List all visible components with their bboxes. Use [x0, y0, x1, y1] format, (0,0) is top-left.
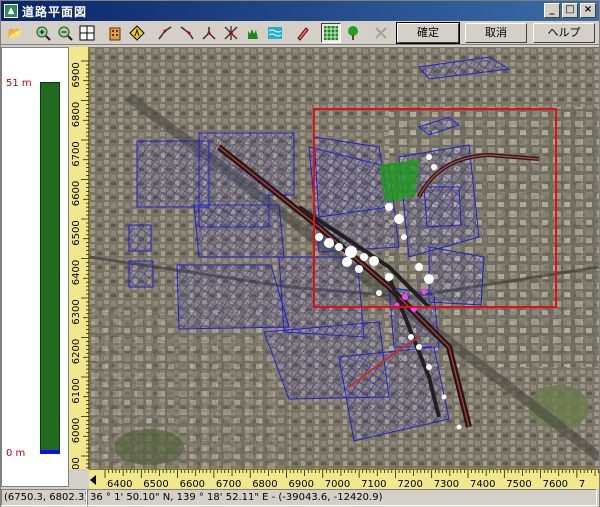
y-ruler-label: 6700	[71, 141, 82, 166]
status-latlon: 36 ° 1' 50.10" N, 139 ° 18' 52.11" E - (…	[87, 489, 597, 506]
zoom-out-icon[interactable]	[55, 23, 75, 43]
green-area-icon[interactable]	[243, 23, 263, 43]
road-sign-icon[interactable]	[127, 23, 147, 43]
edit-icon[interactable]	[293, 23, 313, 43]
zoom-in-icon[interactable]	[33, 23, 53, 43]
horizontal-ruler[interactable]: 6400 6500 6600 6700 6800 6900 7000 7100 7200 7300…	[89, 469, 600, 490]
open-folder-icon[interactable]: 📂	[5, 23, 25, 43]
app-map-icon: ▲	[4, 4, 18, 18]
y-ruler-label: 6000	[71, 418, 82, 443]
minimize-button[interactable]: _	[544, 3, 560, 18]
status-grid-coords: (6750.3, 6802.3)	[1, 489, 87, 506]
branch-icon[interactable]	[199, 23, 219, 43]
vertical-ruler[interactable]: 6900 6800 6700 6600 6500 6400 6300 6200 6100 6000…	[69, 47, 89, 492]
y-ruler-label: 6800	[71, 102, 82, 127]
height-scale-bar	[40, 82, 60, 452]
curve-left-icon[interactable]	[155, 23, 175, 43]
y-ruler-label: 6100	[71, 378, 82, 403]
help-button[interactable]: ヘルプ	[533, 23, 595, 43]
title-bar[interactable]: ▲ 道路平面図 _ □ ×	[1, 1, 599, 21]
scale-max-label: 51 m	[6, 78, 32, 89]
cancel-button[interactable]: 取消	[465, 23, 527, 43]
disabled-tool-icon	[371, 23, 391, 43]
status-bar: (6750.3, 6802.3) 36 ° 1' 50.10" N, 139 °…	[1, 489, 599, 507]
window-title: 道路平面図	[22, 4, 88, 19]
y-ruler-label: 6300	[71, 299, 82, 324]
ok-button[interactable]: 確定	[396, 22, 460, 44]
height-scale-base	[40, 450, 60, 454]
park-area	[379, 159, 419, 202]
fit-grid-icon[interactable]	[77, 23, 97, 43]
y-ruler-label: 6200	[71, 339, 82, 364]
junction-icon[interactable]	[221, 23, 241, 43]
scale-min-label: 0 m	[6, 448, 26, 459]
tree-icon[interactable]	[343, 23, 363, 43]
y-ruler-label: 6500	[71, 220, 82, 245]
app-window: ▲ 道路平面図 _ □ × 📂 確定 取消 ヘルプ 51 m 0 m 6900 …	[0, 0, 600, 507]
y-ruler-label: 6900	[71, 62, 82, 87]
window-controls: _ □ ×	[544, 3, 596, 18]
ruler-scroll-left-icon[interactable]	[90, 475, 96, 485]
close-button[interactable]: ×	[580, 3, 596, 18]
map-canvas[interactable]	[89, 47, 599, 469]
horizontal-ruler-ticks: 6400 6500 6600 6700 6800 6900 7000 7100 7200 7300…	[90, 470, 600, 490]
vertical-ruler-ticks: 6900 6800 6700 6600 6500 6400 6300 6200 6100 6000…	[71, 60, 89, 492]
height-scale-panel: 51 m 0 m	[1, 47, 69, 487]
water-icon[interactable]	[265, 23, 285, 43]
curve-right-icon[interactable]	[177, 23, 197, 43]
building-icon[interactable]	[105, 23, 125, 43]
aerial-map-view[interactable]	[89, 47, 599, 469]
y-ruler-label: 6400	[71, 260, 82, 285]
maximize-button[interactable]: □	[562, 3, 578, 18]
y-ruler-label: 5900	[71, 457, 82, 469]
ruler-corner	[69, 469, 89, 489]
y-ruler-label: 6600	[71, 181, 82, 206]
grid-toggle-icon[interactable]	[321, 22, 341, 43]
